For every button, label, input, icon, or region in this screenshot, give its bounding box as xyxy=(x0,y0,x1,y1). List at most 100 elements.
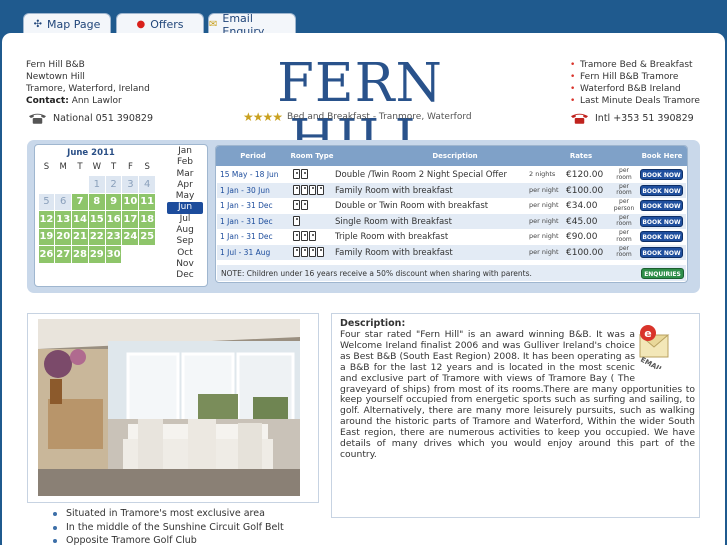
calendar-day[interactable]: 26 xyxy=(38,246,55,263)
calendar-day[interactable]: 11 xyxy=(139,193,156,210)
room-type-icons xyxy=(293,200,308,210)
calendar-day[interactable]: 10 xyxy=(122,193,139,210)
calendar-day[interactable]: 13 xyxy=(55,211,72,228)
feature-item: Opposite Tramore Golf Club xyxy=(53,534,284,545)
calendar-day[interactable]: 29 xyxy=(88,246,105,263)
month-item[interactable]: Jul xyxy=(167,214,203,225)
calendar-day[interactable]: 8 xyxy=(88,193,105,210)
calendar-day: 1 xyxy=(88,176,105,193)
rate-per: per room xyxy=(616,213,632,227)
room-type-icons xyxy=(293,169,308,179)
children-note: NOTE: Children under 16 years receive a … xyxy=(217,265,686,281)
features-list: Situated in Tramore's most exclusive are… xyxy=(53,507,284,545)
book-now-button[interactable]: BOOK NOW xyxy=(640,169,683,180)
rates-header: Period Room Type Description Rates Book … xyxy=(216,146,687,166)
calendar-day[interactable]: 28 xyxy=(72,246,88,263)
rate-period: 1 Jan - 30 Jun xyxy=(220,185,270,195)
rate-period: 1 Jan - 31 Dec xyxy=(220,216,273,226)
month-item[interactable]: Sep xyxy=(167,236,203,247)
rate-per: per room xyxy=(616,244,632,258)
rate-unit: 2 nights xyxy=(529,170,556,178)
person-icon xyxy=(309,231,316,241)
person-icon xyxy=(293,231,300,241)
rate-unit: per night xyxy=(529,247,559,256)
header-link[interactable]: Fern Hill B&B Tramore xyxy=(570,71,700,83)
calendar-day[interactable]: 12 xyxy=(38,211,55,228)
rate-description: Single Room with Breakfast xyxy=(335,216,452,227)
tab-email-enquiry[interactable]: ✉ Email Enquiry xyxy=(208,12,296,38)
month-item[interactable]: Aug xyxy=(167,225,203,236)
feature-item: In the middle of the Sunshine Circuit Go… xyxy=(53,521,284,535)
logo-subtitle-row: ★★★★ Bed and Breakfast - Tranmore, Water… xyxy=(243,110,503,124)
person-icon xyxy=(301,246,308,257)
weekday-header: T xyxy=(110,161,117,172)
month-item[interactable]: Oct xyxy=(167,248,203,259)
calendar-day[interactable]: 18 xyxy=(139,211,156,228)
calendar-day[interactable]: 16 xyxy=(105,211,122,228)
month-item[interactable]: Jun xyxy=(167,202,203,214)
email-enquiries-icon[interactable]: e EMAIL ENQUIRIES xyxy=(620,321,692,369)
month-item[interactable]: Feb xyxy=(167,157,203,168)
room-type-icons xyxy=(293,184,324,195)
person-icon xyxy=(301,169,308,179)
compass-icon: ✣ xyxy=(33,19,43,30)
rate-description: Double or Twin Room with breakfast xyxy=(335,201,489,211)
header-link[interactable]: Last Minute Deals Tramore xyxy=(570,95,700,107)
header-link[interactable]: Tramore Bed & Breakfast xyxy=(570,59,700,71)
book-now-button[interactable]: BOOK NOW xyxy=(640,184,683,196)
calendar-day[interactable]: 23 xyxy=(105,228,122,245)
person-icon xyxy=(293,169,300,179)
rate-row: 1 Jan - 31 Dec Double or Twin Room with b… xyxy=(217,198,686,214)
book-now-button[interactable]: BOOK NOW xyxy=(640,200,683,211)
month-item[interactable]: Apr xyxy=(167,180,203,191)
address-line: Tramore, Waterford, Ireland xyxy=(26,84,150,94)
rate-row: 1 Jan - 30 Jun Family Room with breakfast… xyxy=(217,182,686,198)
rate-per: per room xyxy=(616,167,632,181)
person-icon xyxy=(301,184,308,195)
month-item[interactable]: Dec xyxy=(167,270,203,281)
address-block: Fern Hill B&B Newtown Hill Tramore, Wate… xyxy=(26,59,150,107)
month-item[interactable]: Nov xyxy=(167,259,203,270)
telephone-icon xyxy=(28,113,47,124)
calendar-day[interactable]: 15 xyxy=(88,211,105,228)
calendar-day[interactable]: 19 xyxy=(38,228,55,245)
calendar-day[interactable]: 30 xyxy=(105,246,122,263)
person-icon xyxy=(293,215,300,226)
rate-per: per person xyxy=(613,198,635,212)
calendar-day: 6 xyxy=(55,193,72,210)
header-link[interactable]: Waterford B&B Ireland xyxy=(570,83,700,95)
rate-description: Triple Room with breakfast xyxy=(335,232,449,242)
weekday-header: F xyxy=(127,161,133,172)
calendar-day[interactable]: 27 xyxy=(55,246,72,263)
month-item[interactable]: Jan xyxy=(167,146,203,157)
address-line: Fern Hill B&B xyxy=(26,60,85,70)
svg-text:e: e xyxy=(644,327,651,340)
rate-row: 1 Jan - 31 Dec Triple Room with breakfast… xyxy=(217,229,686,245)
book-now-button[interactable]: BOOK NOW xyxy=(640,246,683,258)
tab-offers[interactable]: ● Offers xyxy=(116,13,204,35)
red-dot-icon: ● xyxy=(136,19,146,30)
person-icon xyxy=(293,200,300,210)
calendar-day[interactable]: 9 xyxy=(105,193,122,210)
calendar-day[interactable]: 17 xyxy=(122,211,139,228)
dining-room-photo xyxy=(38,319,300,496)
calendar-day[interactable]: 25 xyxy=(139,228,156,245)
telephone-icon xyxy=(570,113,589,124)
rate-price: €100.00 xyxy=(566,185,604,196)
month-item[interactable]: Mar xyxy=(167,169,203,180)
calendar-day[interactable]: 22 xyxy=(88,228,105,245)
enquiries-button[interactable]: ENQUIRIES xyxy=(641,268,684,279)
calendar-day[interactable]: 7 xyxy=(72,193,88,210)
tab-map-page[interactable]: ✣ Map Page xyxy=(23,13,111,35)
rate-period: 15 May - 18 Jun xyxy=(220,170,279,179)
month-list: Jan Feb Mar Apr May Jun Jul Aug Sep Oct Nov Dec xyxy=(167,146,203,282)
rate-description: Family Room with breakfast xyxy=(335,247,453,258)
book-now-button[interactable]: BOOK NOW xyxy=(640,215,683,227)
month-item[interactable]: May xyxy=(167,191,203,202)
calendar-day[interactable]: 14 xyxy=(72,211,88,228)
calendar-day[interactable]: 24 xyxy=(122,228,139,245)
calendar-day[interactable]: 20 xyxy=(55,228,72,245)
book-now-button[interactable]: BOOK NOW xyxy=(640,231,683,242)
envelope-icon: ✉ xyxy=(209,19,218,30)
calendar-day[interactable]: 21 xyxy=(72,228,88,245)
